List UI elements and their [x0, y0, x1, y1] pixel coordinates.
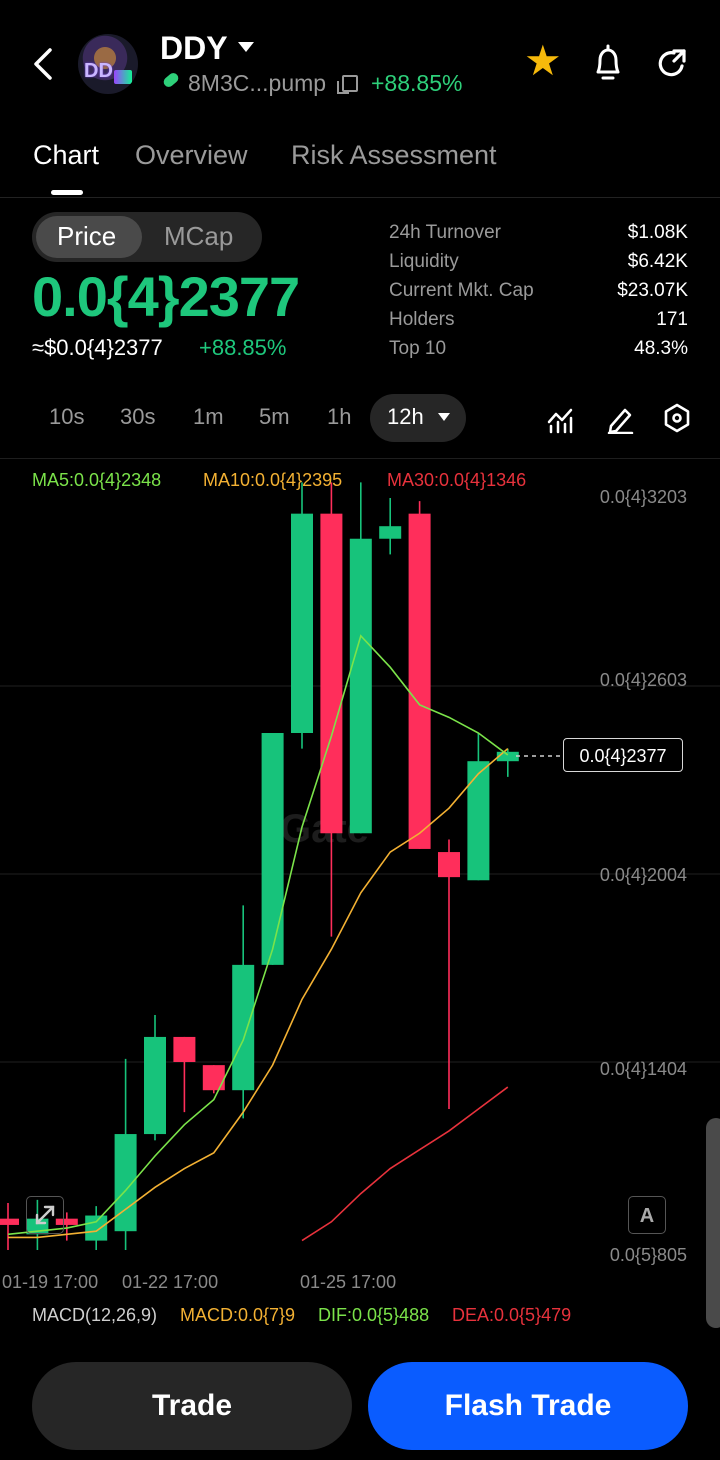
candle-up — [261, 733, 284, 965]
macd-params: MACD(12,26,9) — [32, 1305, 158, 1325]
candle-up — [496, 751, 519, 762]
tab-chart[interactable]: Chart — [33, 140, 99, 171]
y-axis-label: 0.0{4}3203 — [599, 487, 687, 507]
ma30-line — [301, 1086, 509, 1242]
indicator-icon[interactable] — [545, 402, 575, 434]
candle-up — [379, 526, 402, 539]
candle-down — [202, 1065, 225, 1091]
back-arrow-icon[interactable] — [28, 44, 60, 84]
candle-down — [320, 513, 343, 834]
ma-lines — [7, 634, 509, 1242]
candle-up — [232, 964, 255, 1091]
header-change-percent: +88.85% — [371, 70, 463, 96]
bell-icon[interactable] — [590, 44, 626, 84]
macd-dif: DIF:0.0{5}488 — [318, 1305, 430, 1325]
divider — [0, 458, 720, 459]
token-symbol[interactable]: DDY — [160, 30, 228, 67]
token-avatar: DD — [78, 34, 138, 94]
y-axis-label: 0.0{5}805 — [609, 1245, 687, 1265]
candle-down — [408, 513, 431, 849]
side-drawer-handle[interactable] — [706, 1118, 720, 1328]
candle-up — [85, 1215, 108, 1241]
y-axis-label: 0.0{4}1404 — [599, 1059, 687, 1079]
divider — [0, 197, 720, 198]
current-price-tag: 0.0{4}2377 — [563, 738, 683, 772]
tab-active-indicator — [51, 190, 83, 195]
x-axis-label: 01-19 17:00 — [2, 1272, 99, 1292]
stat-value-mkt-cap: $23.07K — [617, 280, 688, 301]
x-axis-label: 01-22 17:00 — [122, 1272, 219, 1292]
draw-pen-icon[interactable] — [605, 402, 635, 434]
stat-label-top10: Top 10 — [389, 338, 447, 359]
candle-up — [291, 513, 313, 733]
macd-value: MACD:0.0{7}9 — [180, 1305, 296, 1325]
candle-down — [0, 1218, 19, 1225]
candle-up — [144, 1036, 166, 1135]
auto-scale-button[interactable]: A — [628, 1196, 666, 1234]
share-icon[interactable] — [654, 44, 690, 84]
stat-label-holders: Holders — [389, 309, 455, 330]
stat-value-liquidity: $6.42K — [627, 251, 688, 272]
toggle-mcap[interactable]: MCap — [164, 221, 233, 252]
timeframe-12h[interactable]: 12h — [387, 404, 424, 430]
candle-up — [467, 761, 490, 881]
current-price: 0.0{4}2377 — [32, 265, 300, 328]
timeframe-30s[interactable]: 30s — [120, 404, 155, 430]
timeframe-chevron-down-icon[interactable] — [438, 413, 450, 421]
usd-change-percent: +88.85% — [199, 335, 287, 360]
solana-logo-icon — [114, 70, 132, 84]
timeframe-1m[interactable]: 1m — [193, 404, 224, 430]
timeframe-1h[interactable]: 1h — [327, 404, 351, 430]
candle-up — [349, 538, 372, 834]
usd-price: ≈$0.0{4}2377 — [32, 335, 163, 360]
ma5-label: MA5:0.0{4}2348 — [32, 470, 162, 490]
x-axis-label: 01-25 17:00 — [300, 1272, 397, 1292]
candles — [0, 482, 519, 1250]
y-axis-label: 0.0{4}2603 — [599, 670, 687, 690]
avatar-text: DD — [84, 60, 113, 82]
tab-overview[interactable]: Overview — [135, 140, 248, 171]
contract-address: 8M3C...pump — [188, 70, 327, 96]
stat-value-turnover: $1.08K — [627, 222, 688, 243]
stat-label-mkt-cap: Current Mkt. Cap — [389, 280, 534, 301]
flash-trade-button[interactable]: Flash Trade — [368, 1362, 688, 1450]
stat-value-holders: 171 — [656, 309, 688, 330]
macd-dea: DEA:0.0{5}479 — [452, 1305, 572, 1325]
timeframe-10s[interactable]: 10s — [49, 404, 84, 430]
ma10-label: MA10:0.0{4}2395 — [203, 470, 343, 490]
ma5-line — [7, 634, 509, 1236]
favorite-star-icon[interactable]: ★ — [524, 40, 562, 82]
timeframe-5m[interactable]: 5m — [259, 404, 290, 430]
stat-label-turnover: 24h Turnover — [389, 222, 501, 243]
chevron-down-icon[interactable] — [238, 42, 254, 52]
settings-hexagon-icon[interactable] — [662, 402, 692, 434]
expand-chart-icon[interactable] — [26, 1196, 64, 1234]
ma30-label: MA30:0.0{4}1346 — [387, 470, 527, 490]
trade-button[interactable]: Trade — [32, 1362, 352, 1450]
copy-icon[interactable] — [337, 75, 358, 94]
stat-value-top10: 48.3% — [634, 338, 688, 359]
stat-label-liquidity: Liquidity — [389, 251, 459, 272]
toggle-price[interactable]: Price — [57, 221, 116, 252]
pill-icon — [161, 71, 181, 89]
candle-down — [438, 852, 460, 878]
tab-risk-assessment[interactable]: Risk Assessment — [291, 140, 497, 171]
candle-down — [173, 1036, 196, 1062]
y-axis-label: 0.0{4}2004 — [599, 865, 687, 885]
